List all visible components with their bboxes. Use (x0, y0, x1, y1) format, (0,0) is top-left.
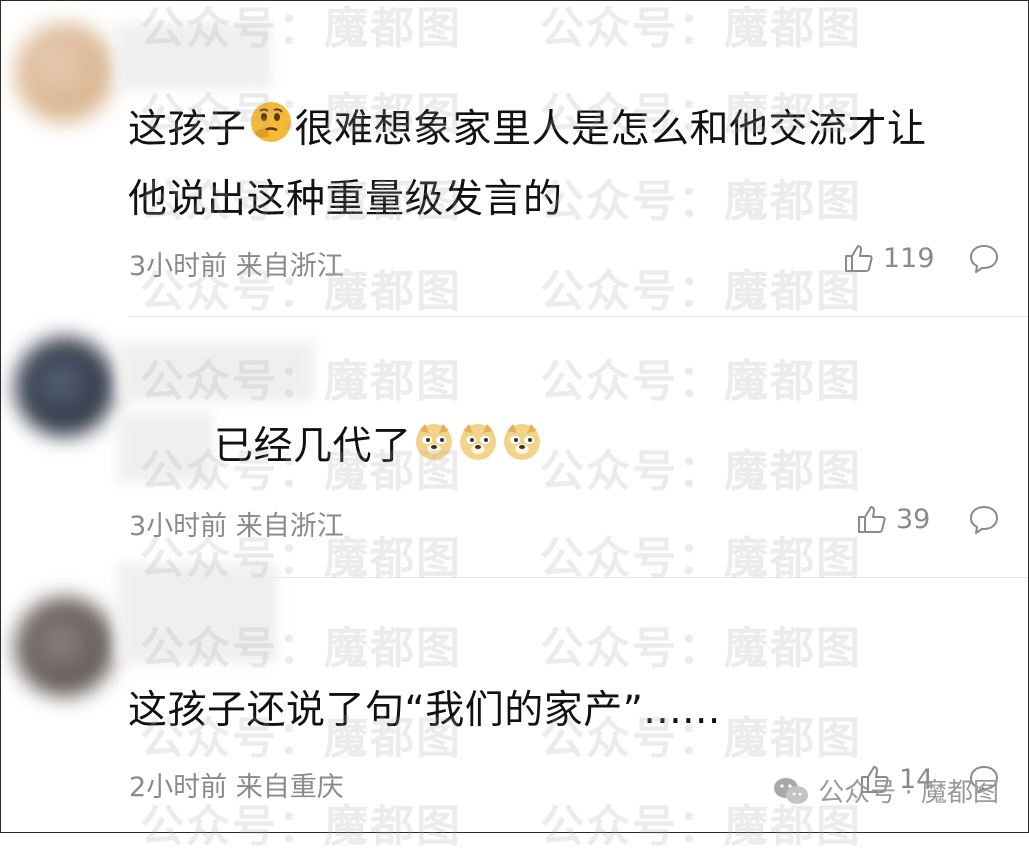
wechat-icon (772, 775, 810, 807)
divider (128, 316, 1028, 317)
comment-text-line: 这孩子 (128, 107, 247, 152)
username-blurred[interactable] (116, 23, 271, 89)
brand-watermark: 公众号 · 魔都图 (772, 772, 999, 809)
comment-bubble-icon (970, 245, 998, 273)
comment-text: 这孩子 很难想象家里人是怎么和他交流才让 他说出这种重量级发言的 (128, 96, 927, 234)
mention-blurred[interactable] (117, 413, 213, 483)
reply-button[interactable] (968, 243, 1000, 275)
comment-meta: 2小时前 来自重庆 (129, 772, 344, 803)
brand-label: 公众号 · 魔都图 (818, 778, 999, 808)
comment-text-line: 很难想象家里人是怎么和他交流才让 (294, 107, 927, 152)
doge-icon (502, 415, 542, 483)
avatar[interactable] (15, 597, 115, 697)
like-button[interactable]: 39 (856, 503, 930, 535)
doge-icon (458, 415, 498, 483)
comment-text: 这孩子还说了句“我们的家产”...... (128, 677, 721, 745)
comment-meta: 3小时前 来自浙江 (129, 511, 344, 542)
comment-meta: 3小时前 来自浙江 (129, 251, 344, 282)
username-blurred[interactable] (119, 341, 314, 401)
like-count: 119 (883, 242, 935, 274)
comment-text-line: 这孩子还说了句“我们的家产”...... (128, 688, 721, 733)
thinking-face-icon (249, 98, 293, 166)
avatar[interactable] (15, 23, 115, 123)
comment-text-line: 已经几代了 (214, 424, 412, 469)
doge-icon (414, 415, 454, 483)
comment-text: 已经几代了 (214, 413, 544, 483)
reply-button[interactable] (968, 504, 1000, 536)
avatar[interactable] (15, 337, 115, 437)
like-button[interactable]: 119 (843, 242, 935, 274)
thumbs-up-icon (856, 503, 888, 535)
thumbs-up-icon (843, 242, 875, 274)
comment-bubble-icon (970, 506, 998, 534)
username-blurred[interactable] (117, 563, 277, 663)
comment-text-line: 他说出这种重量级发言的 (128, 176, 563, 222)
comment-feed: 这孩子 很难想象家里人是怎么和他交流才让 他说出这种重量级发言的 3小时前 来自浙… (0, 0, 1029, 833)
like-count: 39 (896, 503, 931, 535)
